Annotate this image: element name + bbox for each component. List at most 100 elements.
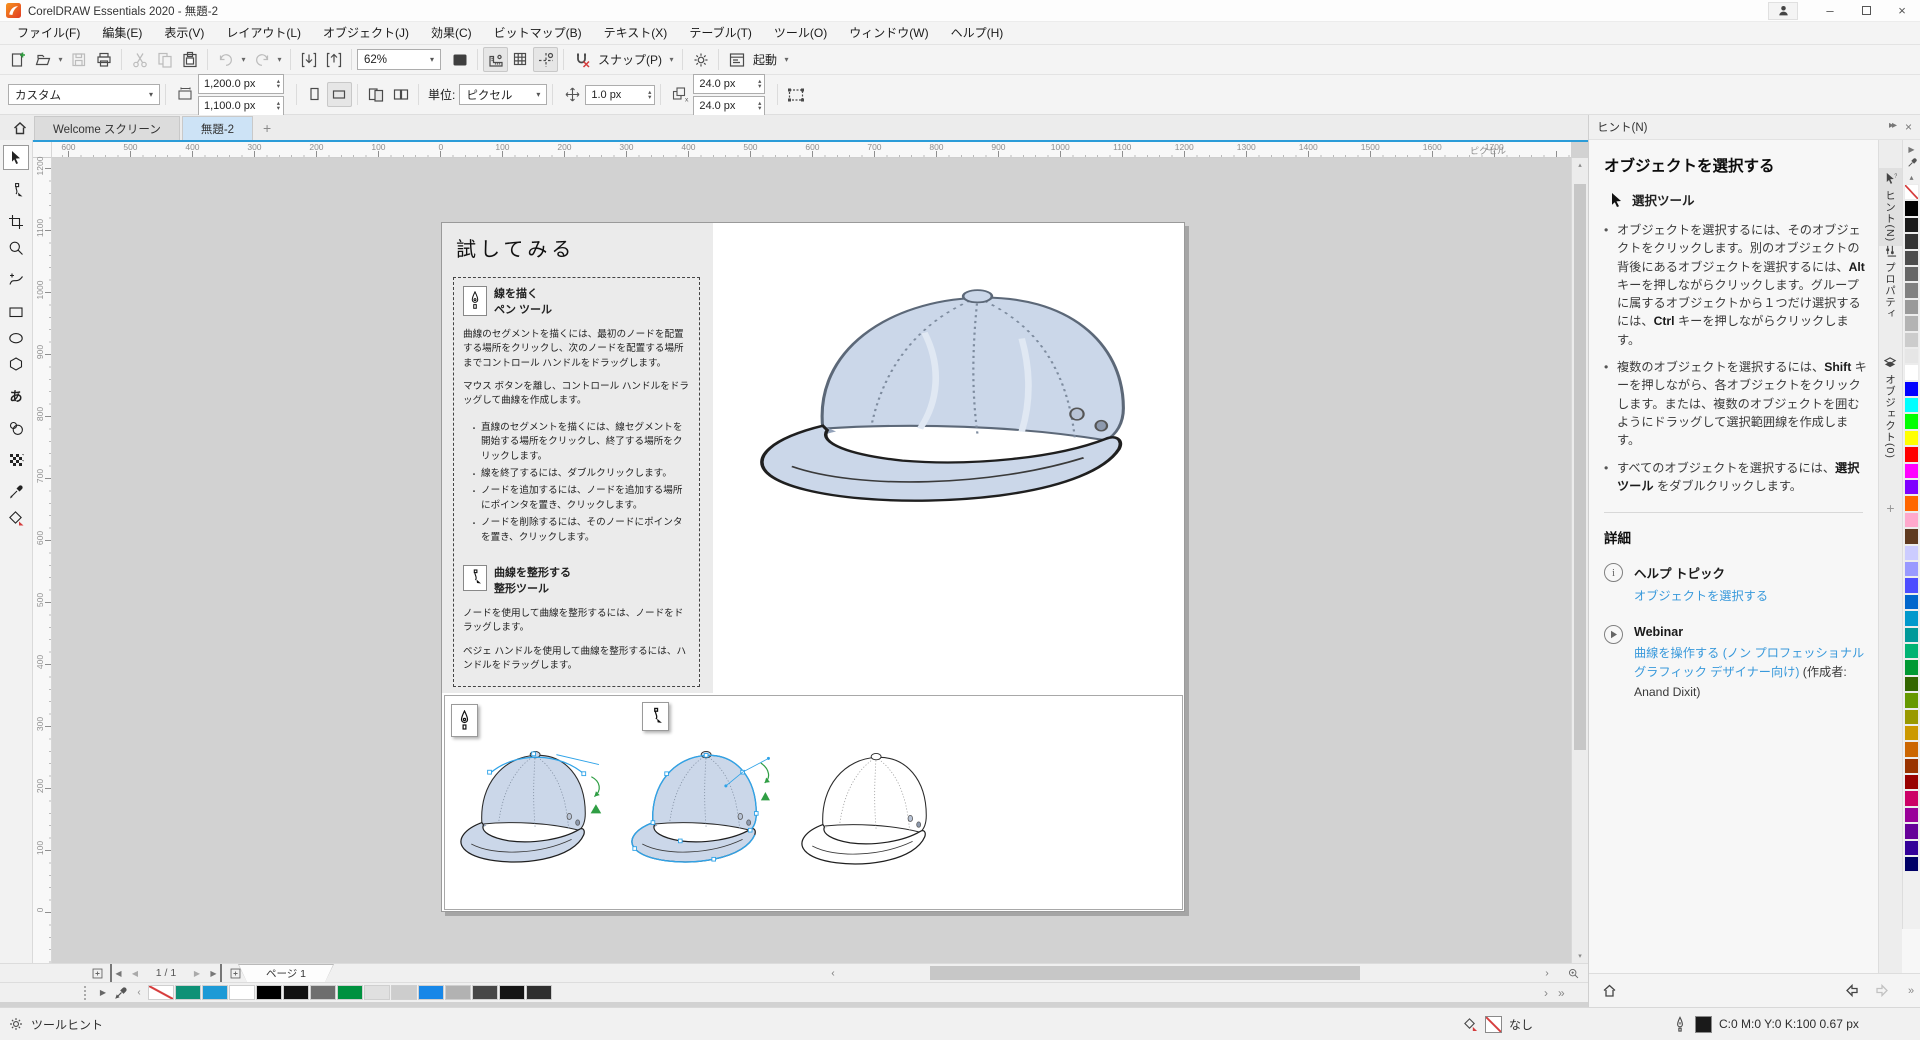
- menu-item-5[interactable]: 効果(C): [420, 22, 483, 44]
- fullscreen-preview-button[interactable]: [447, 47, 472, 72]
- menu-item-1[interactable]: 編集(E): [91, 22, 153, 44]
- current-page-settings-button[interactable]: [363, 82, 388, 107]
- palette-swatch[interactable]: [1904, 807, 1919, 823]
- docker-collapse-icon[interactable]: ▸▸: [1889, 120, 1895, 134]
- palette-swatch[interactable]: [1904, 790, 1919, 806]
- document-palette-swatch[interactable]: [148, 985, 174, 1000]
- menu-item-10[interactable]: ウィンドウ(W): [838, 22, 939, 44]
- last-page-button[interactable]: ▶: [208, 964, 222, 982]
- palette-swatch[interactable]: [1904, 577, 1919, 593]
- palette-swatch[interactable]: [1904, 512, 1919, 528]
- palette-swatch[interactable]: [1904, 840, 1919, 856]
- palette-swatch[interactable]: [1904, 446, 1919, 462]
- palette-scroll-up-icon[interactable]: ▴: [1909, 170, 1913, 184]
- zoom-dropdown-icon[interactable]: ▾: [424, 55, 440, 64]
- units-dropdown-icon[interactable]: ▾: [530, 90, 546, 99]
- palette-swatch[interactable]: [1904, 823, 1919, 839]
- palette-swatch[interactable]: [1904, 676, 1919, 692]
- document-palette-swatch[interactable]: [256, 985, 282, 1000]
- page-1-tab[interactable]: ページ 1: [238, 964, 334, 982]
- document-palette-swatch[interactable]: [445, 985, 471, 1000]
- palette-swatch[interactable]: [1904, 561, 1919, 577]
- scroll-left-icon[interactable]: ‹: [826, 964, 840, 982]
- palette-options-icon[interactable]: »: [1902, 973, 1920, 1007]
- document-palette-swatch[interactable]: [229, 985, 255, 1000]
- palette-swatch[interactable]: [1904, 381, 1919, 397]
- palette-swatch[interactable]: [1904, 332, 1919, 348]
- new-document-button[interactable]: [5, 47, 30, 72]
- units-combo[interactable]: ピクセル ▾: [459, 84, 547, 105]
- menu-item-3[interactable]: レイアウト(L): [215, 22, 312, 44]
- toggle-rulers-button[interactable]: [483, 47, 508, 72]
- menu-item-11[interactable]: ヘルプ(H): [940, 22, 1015, 44]
- palette-swatch[interactable]: [1904, 479, 1919, 495]
- import-button[interactable]: [296, 47, 321, 72]
- home-icon[interactable]: [1601, 982, 1618, 999]
- palette-swatch[interactable]: [1904, 364, 1919, 380]
- fill-tool[interactable]: [3, 505, 29, 530]
- ellipse-tool[interactable]: [3, 325, 29, 350]
- zoom-tool[interactable]: [3, 235, 29, 260]
- freehand-tool[interactable]: [3, 267, 29, 292]
- docker-tab-0[interactable]: ?ヒント(N): [1879, 168, 1902, 246]
- menu-item-2[interactable]: 表示(V): [153, 22, 215, 44]
- status-gear-icon[interactable]: [8, 1016, 24, 1032]
- previous-page-button[interactable]: ◀: [128, 964, 142, 982]
- shape-tool[interactable]: [3, 177, 29, 202]
- portrait-button[interactable]: [302, 82, 327, 107]
- palette-flyout-icon[interactable]: ▶: [1908, 142, 1914, 156]
- scroll-up-icon[interactable]: ▴: [1572, 158, 1588, 172]
- print-button[interactable]: [91, 47, 116, 72]
- document-palette-swatch[interactable]: [391, 985, 417, 1000]
- drop-shadow-tool[interactable]: [3, 415, 29, 440]
- palette-swatch[interactable]: [1904, 184, 1919, 200]
- document-palette-swatch[interactable]: [337, 985, 363, 1000]
- menu-item-6[interactable]: ビットマップ(B): [483, 22, 593, 44]
- palette-swatch[interactable]: [1904, 282, 1919, 298]
- hint-forward-icon[interactable]: [1874, 982, 1891, 999]
- palette-swatch[interactable]: [1904, 348, 1919, 364]
- palette-swatch[interactable]: [1904, 413, 1919, 429]
- redo-dropdown[interactable]: ▾: [274, 55, 285, 64]
- nudge-field[interactable]: 1.0 px ▴▾: [585, 85, 655, 105]
- open-dropdown[interactable]: ▾: [55, 55, 66, 64]
- new-document-tab-button[interactable]: +: [255, 116, 279, 140]
- palette-swatch[interactable]: [1904, 200, 1919, 216]
- palette-swatch[interactable]: [1904, 610, 1919, 626]
- add-page-start-button[interactable]: [88, 964, 106, 982]
- options-gear-button[interactable]: [688, 47, 713, 72]
- scroll-right-icon[interactable]: ›: [1540, 964, 1554, 982]
- landscape-button[interactable]: [327, 82, 352, 107]
- close-button[interactable]: ×: [1884, 0, 1920, 21]
- palette-swatch[interactable]: [1904, 463, 1919, 479]
- welcome-home-icon[interactable]: [6, 116, 34, 140]
- polygon-tool[interactable]: [3, 351, 29, 376]
- redo-button[interactable]: [249, 47, 274, 72]
- snap-off-button[interactable]: [569, 47, 594, 72]
- vertical-scrollbar[interactable]: ▴ ▾: [1571, 158, 1588, 963]
- paste-button[interactable]: [177, 47, 202, 72]
- undo-button[interactable]: [213, 47, 238, 72]
- palette-scroll-right-icon[interactable]: ›: [1544, 986, 1548, 1000]
- minimize-button[interactable]: –: [1812, 0, 1848, 21]
- document-palette-swatch[interactable]: [526, 985, 552, 1000]
- menu-item-0[interactable]: ファイル(F): [6, 22, 91, 44]
- zoom-level-combo[interactable]: 62% ▾: [357, 49, 441, 70]
- menu-item-7[interactable]: テキスト(X): [593, 22, 679, 44]
- palette-swatch[interactable]: [1904, 692, 1919, 708]
- palette-swatch[interactable]: [1904, 741, 1919, 757]
- launch-dropdown-icon[interactable]: ▾: [781, 55, 792, 64]
- document-palette-swatch[interactable]: [202, 985, 228, 1000]
- palette-swatch[interactable]: [1904, 659, 1919, 675]
- palette-eyedropper-icon[interactable]: [112, 987, 130, 999]
- document-page[interactable]: 試してみる 線を描く ペン ツール 曲線のセグメントを描くには、最初のノードを配…: [441, 222, 1185, 912]
- menu-item-4[interactable]: オブジェクト(J): [312, 22, 420, 44]
- transparency-tool[interactable]: [3, 447, 29, 472]
- rectangle-tool[interactable]: [3, 299, 29, 324]
- document-palette-swatch[interactable]: [418, 985, 444, 1000]
- palette-swatch[interactable]: [1904, 397, 1919, 413]
- eyedropper-tool[interactable]: [3, 479, 29, 504]
- palette-swatch[interactable]: [1904, 495, 1919, 511]
- fill-color-swatch[interactable]: [1485, 1016, 1502, 1033]
- export-button[interactable]: [321, 47, 346, 72]
